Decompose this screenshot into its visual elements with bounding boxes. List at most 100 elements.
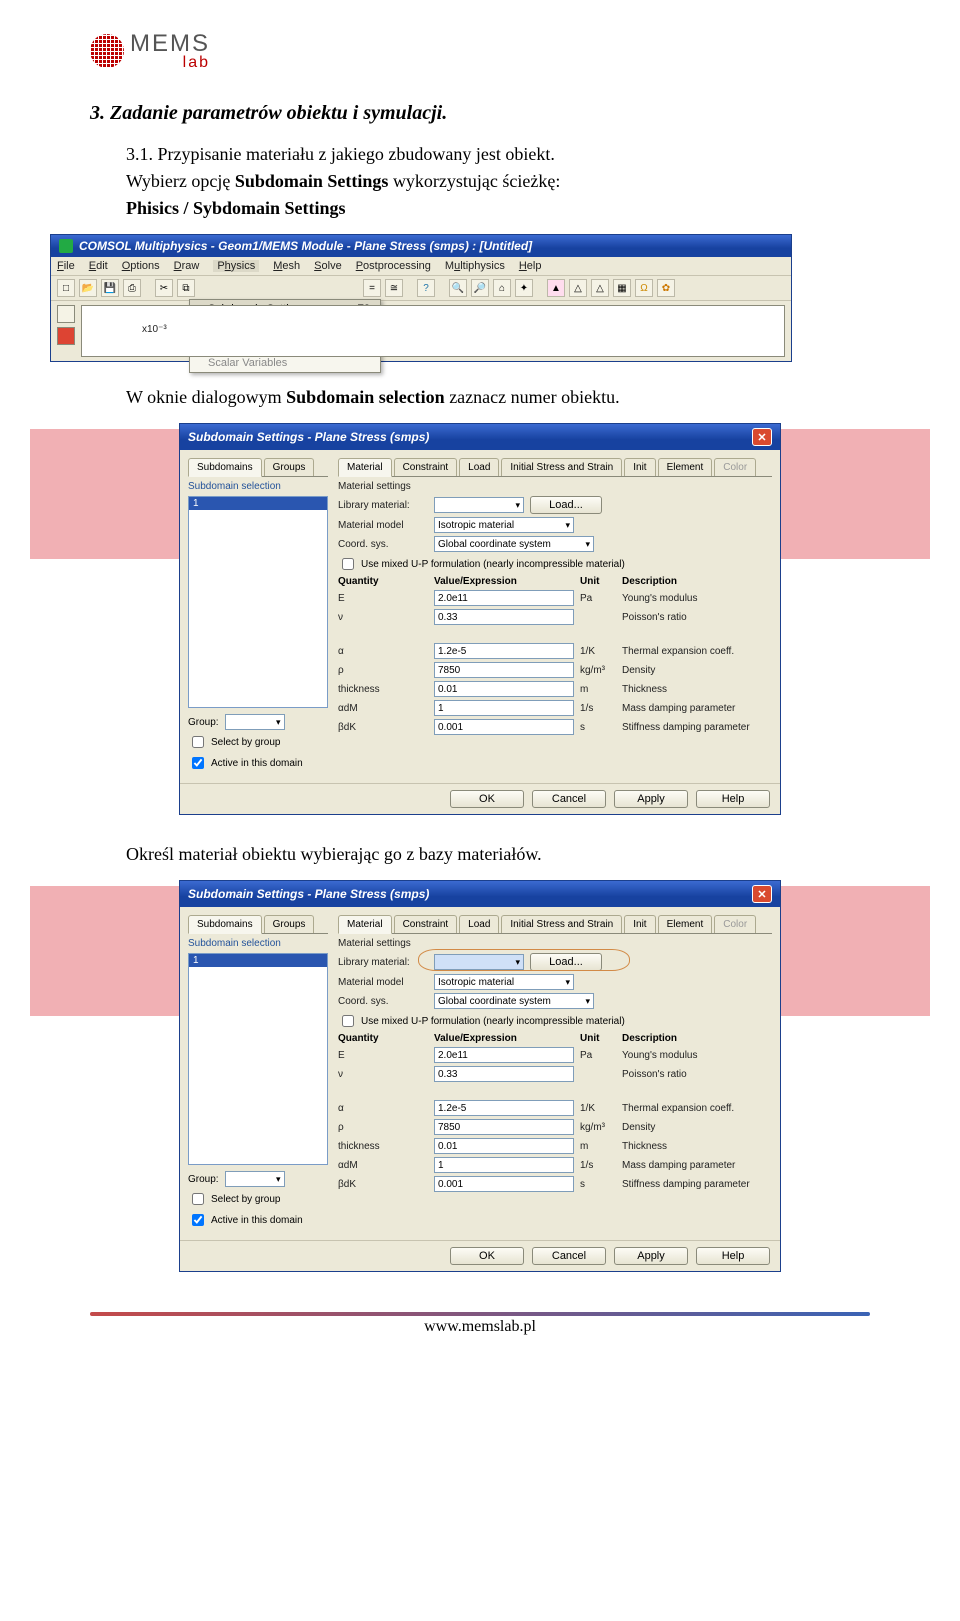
- apply-button[interactable]: Apply: [614, 790, 688, 808]
- cancel-button[interactable]: Cancel: [532, 1247, 606, 1265]
- draw-tool-icon[interactable]: ▲: [547, 279, 565, 297]
- fx-icon[interactable]: Ω: [635, 279, 653, 297]
- menu-draw[interactable]: Draw: [174, 260, 200, 272]
- value-input[interactable]: [434, 1138, 574, 1154]
- group-select[interactable]: ▾: [225, 714, 285, 730]
- help-icon[interactable]: ?: [417, 279, 435, 297]
- material-model-select[interactable]: Isotropic material▾: [434, 517, 574, 533]
- solve-tool-icon[interactable]: △: [591, 279, 609, 297]
- value-input[interactable]: [434, 681, 574, 697]
- apply-button[interactable]: Apply: [614, 1247, 688, 1265]
- close-icon[interactable]: ✕: [752, 885, 772, 903]
- equals-icon[interactable]: =: [363, 279, 381, 297]
- value-input[interactable]: [434, 662, 574, 678]
- new-icon[interactable]: □: [57, 279, 75, 297]
- value-input[interactable]: [434, 719, 574, 735]
- description-label: Thickness: [622, 1141, 772, 1152]
- active-domain-checkbox[interactable]: Active in this domain: [188, 754, 328, 772]
- gear-icon[interactable]: ✿: [657, 279, 675, 297]
- list-item[interactable]: 1: [189, 497, 327, 510]
- tab-initial[interactable]: Initial Stress and Strain: [501, 458, 622, 476]
- subdomain-listbox[interactable]: 1: [188, 496, 328, 708]
- tab-subdomains[interactable]: Subdomains: [188, 458, 262, 477]
- menu-physics[interactable]: Physics: [213, 260, 259, 272]
- close-icon[interactable]: ✕: [752, 428, 772, 446]
- help-button[interactable]: Help: [696, 790, 770, 808]
- checkbox-icon[interactable]: [192, 1193, 204, 1205]
- library-material-select[interactable]: ▾: [434, 497, 524, 513]
- zoom-fit-icon[interactable]: ✦: [515, 279, 533, 297]
- tab-load[interactable]: Load: [459, 915, 499, 933]
- mesh-tool-icon[interactable]: △: [569, 279, 587, 297]
- tab-initial[interactable]: Initial Stress and Strain: [501, 915, 622, 933]
- select-by-group-checkbox[interactable]: Select by group: [188, 1190, 328, 1208]
- tab-material[interactable]: Material: [338, 458, 392, 477]
- print-icon[interactable]: ⎙: [123, 279, 141, 297]
- value-input[interactable]: [434, 590, 574, 606]
- material-model-select[interactable]: Isotropic material▾: [434, 974, 574, 990]
- value-input[interactable]: [434, 609, 574, 625]
- zoom-win-icon[interactable]: ⌂: [493, 279, 511, 297]
- value-input[interactable]: [434, 1176, 574, 1192]
- tab-load[interactable]: Load: [459, 458, 499, 476]
- open-icon[interactable]: 📂: [79, 279, 97, 297]
- tab-groups[interactable]: Groups: [264, 915, 315, 933]
- ok-button[interactable]: OK: [450, 1247, 524, 1265]
- approx-icon[interactable]: ≅: [385, 279, 403, 297]
- tab-constraint[interactable]: Constraint: [394, 915, 458, 933]
- tab-init[interactable]: Init: [624, 458, 655, 476]
- copy-icon[interactable]: ⧉: [177, 279, 195, 297]
- menu-solve[interactable]: Solve: [314, 260, 342, 272]
- menu-multiphysics[interactable]: Multiphysics: [445, 260, 505, 272]
- value-input[interactable]: [434, 1100, 574, 1116]
- tab-material[interactable]: Material: [338, 915, 392, 934]
- cut-icon[interactable]: ✂: [155, 279, 173, 297]
- save-icon[interactable]: 💾: [101, 279, 119, 297]
- side-tool-2[interactable]: [57, 327, 75, 345]
- cancel-button[interactable]: Cancel: [532, 790, 606, 808]
- value-input[interactable]: [434, 1119, 574, 1135]
- side-tool-1[interactable]: [57, 305, 75, 323]
- value-input[interactable]: [434, 643, 574, 659]
- list-item[interactable]: 1: [189, 954, 327, 967]
- mixed-up-checkbox[interactable]: Use mixed U-P formulation (nearly incomp…: [338, 1012, 772, 1030]
- menu-edit[interactable]: Edit: [89, 260, 108, 272]
- tab-subdomains[interactable]: Subdomains: [188, 915, 262, 934]
- checkbox-icon[interactable]: [192, 1214, 204, 1226]
- load-button[interactable]: Load...: [530, 496, 602, 514]
- post-tool-icon[interactable]: ▦: [613, 279, 631, 297]
- tab-constraint[interactable]: Constraint: [394, 458, 458, 476]
- zoom-in-icon[interactable]: 🔍: [449, 279, 467, 297]
- checkbox-icon[interactable]: [342, 558, 354, 570]
- group-label: Group:: [188, 717, 219, 728]
- subdomain-listbox[interactable]: 1: [188, 953, 328, 1165]
- zoom-out-icon[interactable]: 🔎: [471, 279, 489, 297]
- tab-element[interactable]: Element: [658, 915, 713, 933]
- value-input[interactable]: [434, 1066, 574, 1082]
- ok-button[interactable]: OK: [450, 790, 524, 808]
- menu-mesh[interactable]: Mesh: [273, 260, 300, 272]
- group-select[interactable]: ▾: [225, 1171, 285, 1187]
- select-value: Isotropic material: [438, 520, 514, 531]
- tab-groups[interactable]: Groups: [264, 458, 315, 476]
- tab-init[interactable]: Init: [624, 915, 655, 933]
- coord-sys-select[interactable]: Global coordinate system▾: [434, 993, 594, 1009]
- value-input[interactable]: [434, 1157, 574, 1173]
- quantity-label: ρ: [338, 665, 428, 676]
- mixed-up-checkbox[interactable]: Use mixed U-P formulation (nearly incomp…: [338, 555, 772, 573]
- menu-postprocessing[interactable]: Postprocessing: [356, 260, 431, 272]
- menu-file[interactable]: File: [57, 260, 75, 272]
- checkbox-icon[interactable]: [192, 736, 204, 748]
- active-domain-checkbox[interactable]: Active in this domain: [188, 1211, 328, 1229]
- material-model-label: Material model: [338, 977, 428, 988]
- value-input[interactable]: [434, 700, 574, 716]
- coord-sys-select[interactable]: Global coordinate system▾: [434, 536, 594, 552]
- tab-element[interactable]: Element: [658, 458, 713, 476]
- help-button[interactable]: Help: [696, 1247, 770, 1265]
- select-by-group-checkbox[interactable]: Select by group: [188, 733, 328, 751]
- checkbox-icon[interactable]: [192, 757, 204, 769]
- menu-help[interactable]: Help: [519, 260, 542, 272]
- menu-options[interactable]: Options: [122, 260, 160, 272]
- value-input[interactable]: [434, 1047, 574, 1063]
- checkbox-icon[interactable]: [342, 1015, 354, 1027]
